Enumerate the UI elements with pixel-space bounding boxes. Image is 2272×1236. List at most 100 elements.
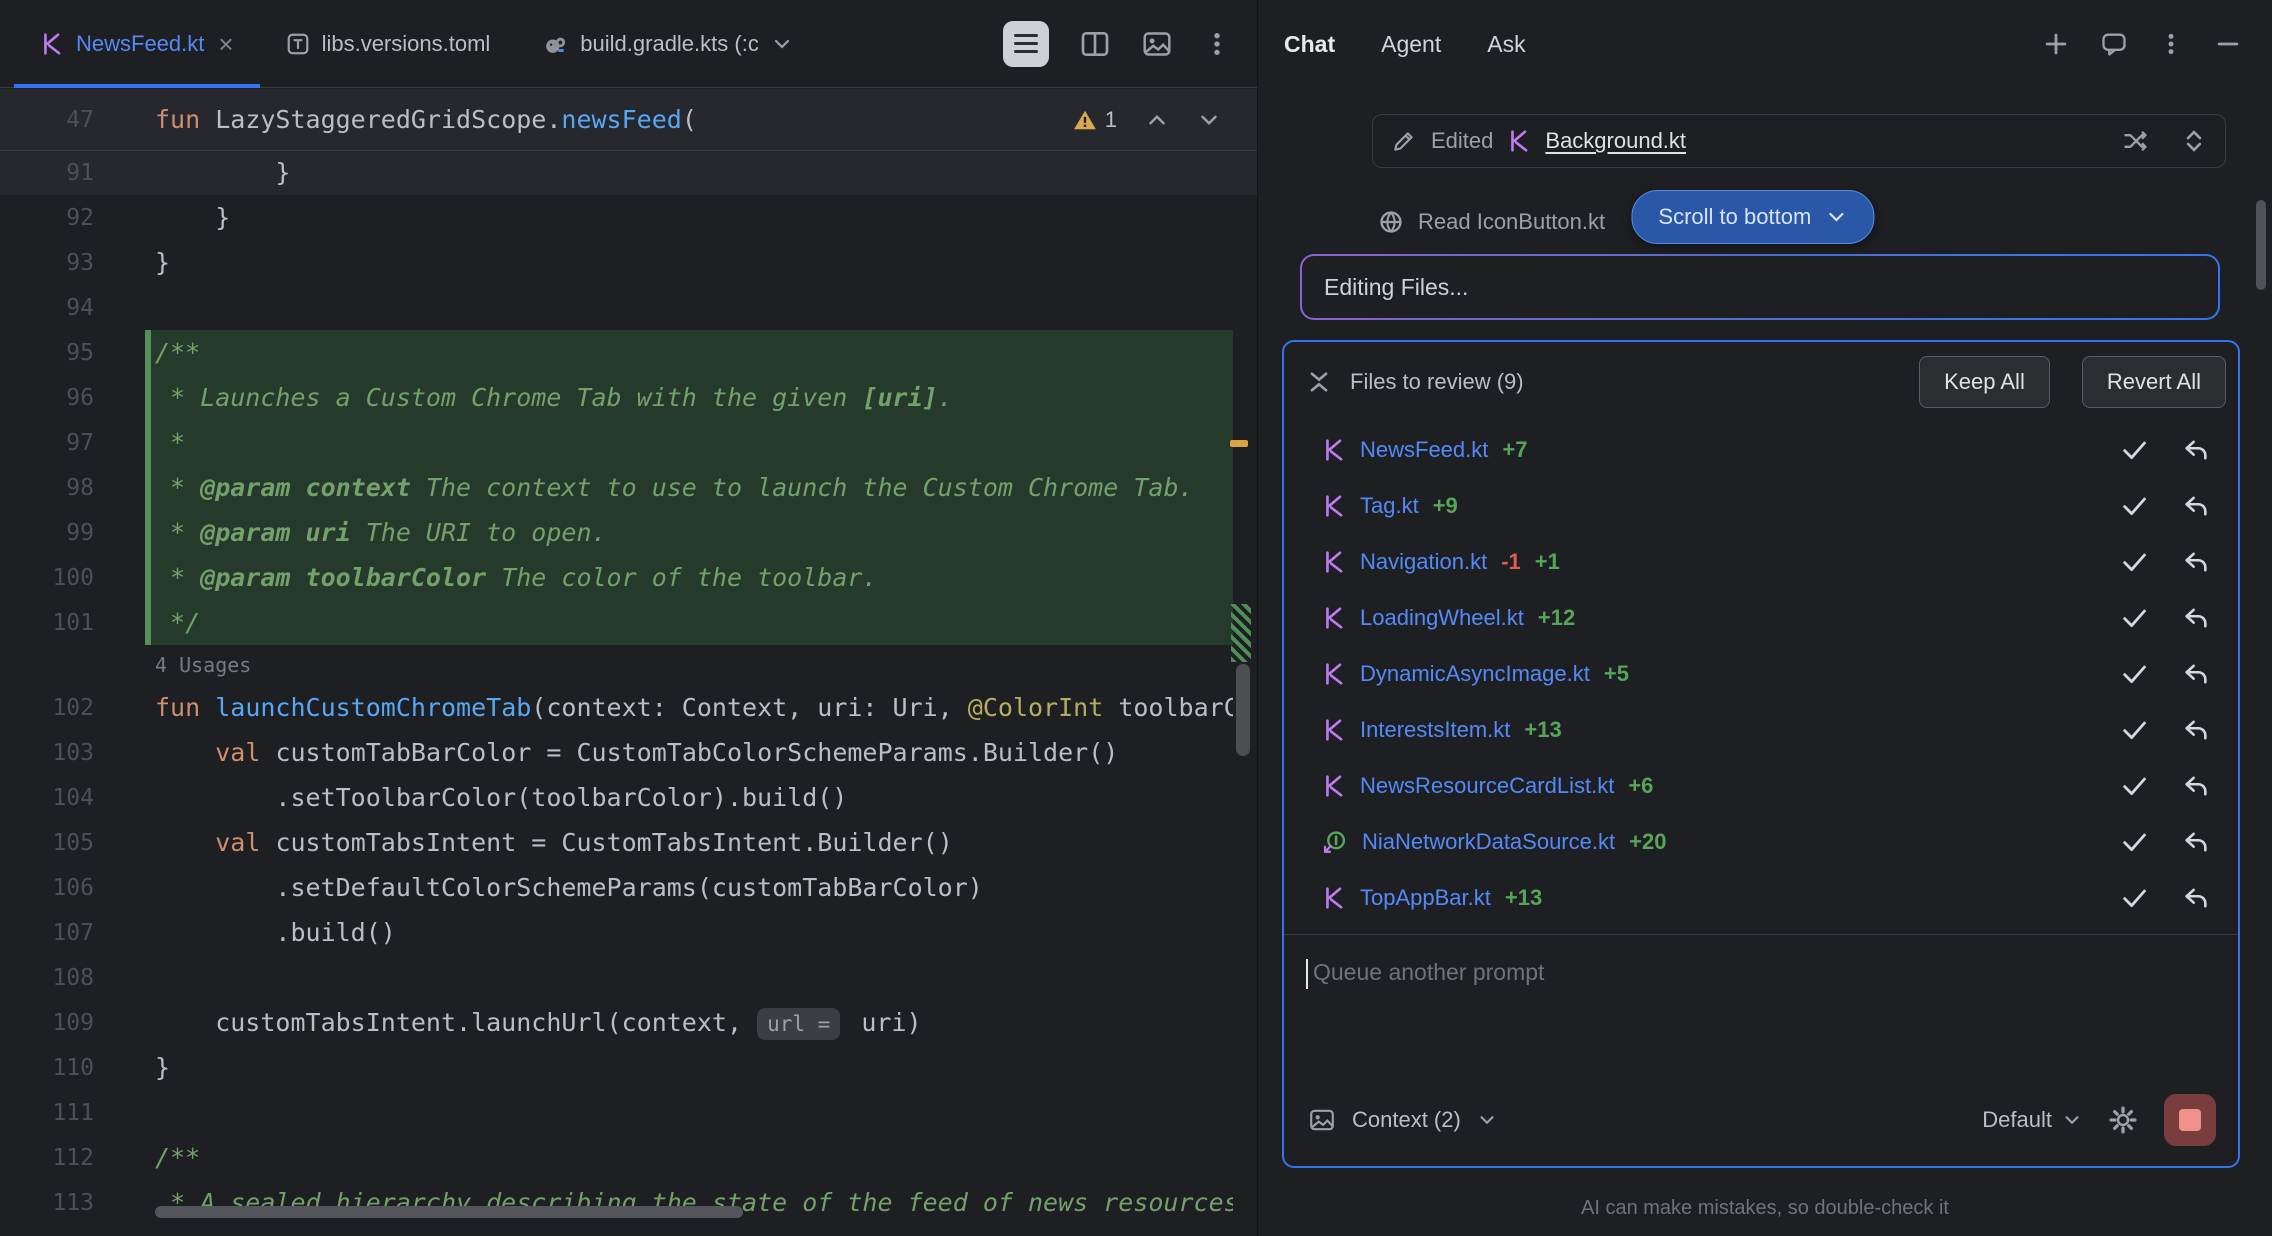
code-line[interactable]: 98 * @param context The context to use t… [0, 465, 1257, 510]
revert-undo-icon[interactable] [2182, 548, 2210, 576]
code-line[interactable]: 93} [0, 240, 1257, 285]
tab-libs-versions[interactable]: libs.versions.toml [260, 0, 517, 87]
expand-icon[interactable] [2181, 128, 2207, 154]
line-number[interactable]: 100 [0, 565, 132, 591]
line-number[interactable]: 47 [0, 107, 132, 133]
code-line[interactable]: 91 } [0, 150, 1257, 195]
open-diff-icon[interactable] [2121, 127, 2149, 155]
read-file-step[interactable]: Read IconButton.kt [1378, 200, 1605, 244]
context-selector[interactable]: Context (2) [1352, 1107, 1461, 1133]
line-number[interactable]: 95 [0, 340, 132, 366]
code-line[interactable]: 100 * @param toolbarColor The color of t… [0, 555, 1257, 600]
revert-undo-icon[interactable] [2182, 492, 2210, 520]
line-number[interactable]: 92 [0, 205, 132, 231]
accept-check-icon[interactable] [2120, 716, 2148, 744]
scrollbar-added-marker[interactable] [1231, 604, 1251, 662]
keep-all-button[interactable]: Keep All [1919, 356, 2050, 408]
line-number[interactable]: 112 [0, 1145, 132, 1171]
image-icon[interactable] [1141, 28, 1173, 60]
code-line[interactable]: 92 } [0, 195, 1257, 240]
line-number[interactable]: 111 [0, 1100, 132, 1126]
chat-scrollbar-thumb[interactable] [2256, 200, 2266, 290]
file-review-row[interactable]: LoadingWheel.kt +12 [1284, 590, 2238, 646]
code-line[interactable]: 110} [0, 1045, 1257, 1090]
code-line[interactable]: 111 [0, 1090, 1257, 1135]
inlay-hint[interactable]: url = [757, 1008, 840, 1040]
accept-check-icon[interactable] [2120, 548, 2148, 576]
edited-file-step[interactable]: Edited Background.kt [1372, 114, 2226, 168]
tab-ask[interactable]: Ask [1487, 31, 1525, 58]
minimize-icon[interactable] [2214, 30, 2242, 58]
accept-check-icon[interactable] [2120, 660, 2148, 688]
accept-check-icon[interactable] [2120, 884, 2148, 912]
line-number[interactable]: 103 [0, 740, 132, 766]
list-view-toggle[interactable] [1003, 21, 1049, 67]
code-line[interactable]: 96 * Launches a Custom Chrome Tab with t… [0, 375, 1257, 420]
revert-undo-icon[interactable] [2182, 772, 2210, 800]
code-line[interactable]: 95/** [0, 330, 1257, 375]
split-editor-icon[interactable] [1079, 28, 1111, 60]
tab-build-gradle[interactable]: build.gradle.kts (:c [516, 0, 819, 87]
line-number[interactable]: 108 [0, 965, 132, 991]
line-number[interactable]: 113 [0, 1190, 132, 1216]
revert-undo-icon[interactable] [2182, 716, 2210, 744]
settings-gear-icon[interactable] [2108, 1105, 2138, 1135]
accept-check-icon[interactable] [2120, 772, 2148, 800]
line-number[interactable]: 104 [0, 785, 132, 811]
line-number[interactable]: 101 [0, 610, 132, 636]
file-review-row[interactable]: Navigation.kt -1 +1 [1284, 534, 2238, 590]
code-area[interactable]: 91 }92 }93} 94 95/**96 * Launches a Custom… [0, 150, 1257, 1236]
vertical-scrollbar-thumb[interactable] [1236, 664, 1250, 756]
code-line[interactable]: 105 val customTabsIntent = CustomTabsInt… [0, 820, 1257, 865]
file-link[interactable]: TopAppBar.kt [1360, 885, 1491, 911]
scroll-to-bottom-button[interactable]: Scroll to bottom [1631, 190, 1874, 244]
code-line[interactable]: 113 * A sealed hierarchy describing the … [0, 1180, 1257, 1225]
scrollbar-warning-marker[interactable] [1230, 440, 1248, 447]
line-number[interactable]: 94 [0, 295, 132, 321]
line-number[interactable]: 91 [0, 160, 132, 186]
accept-check-icon[interactable] [2120, 436, 2148, 464]
conversations-icon[interactable] [2100, 30, 2128, 58]
next-highlight-icon[interactable] [1197, 108, 1221, 132]
line-number[interactable]: 93 [0, 250, 132, 276]
file-link[interactable]: NewsResourceCardList.kt [1360, 773, 1614, 799]
revert-all-button[interactable]: Revert All [2082, 356, 2226, 408]
line-number[interactable]: 106 [0, 875, 132, 901]
file-link[interactable]: InterestsItem.kt [1360, 717, 1510, 743]
revert-undo-icon[interactable] [2182, 604, 2210, 632]
chevron-down-icon[interactable] [2062, 1110, 2082, 1130]
edited-file-link[interactable]: Background.kt [1545, 128, 1686, 154]
model-selector[interactable]: Default [1982, 1107, 2052, 1133]
file-link[interactable]: DynamicAsyncImage.kt [1360, 661, 1590, 687]
file-link[interactable]: Navigation.kt [1360, 549, 1487, 575]
file-review-row[interactable]: Tag.kt +9 [1284, 478, 2238, 534]
usages-hint-row[interactable]: 4 Usages [0, 645, 1257, 685]
file-link[interactable]: LoadingWheel.kt [1360, 605, 1524, 631]
code-line[interactable]: 97 * [0, 420, 1257, 465]
revert-undo-icon[interactable] [2182, 660, 2210, 688]
code-line[interactable]: 108 [0, 955, 1257, 1000]
code-line[interactable]: 104 .setToolbarColor(toolbarColor).build… [0, 775, 1257, 820]
line-number[interactable]: 109 [0, 1010, 132, 1036]
attach-image-icon[interactable] [1308, 1106, 1336, 1134]
prompt-input[interactable]: Queue another prompt [1284, 934, 2238, 1094]
usages-hint[interactable]: 4 Usages [155, 653, 251, 677]
file-review-row[interactable]: TopAppBar.kt +13 [1284, 870, 2238, 926]
code-line[interactable]: 107 .build() [0, 910, 1257, 955]
collapse-icon[interactable] [1306, 369, 1332, 395]
file-review-row[interactable]: NiaNetworkDataSource.kt +20 [1284, 814, 2238, 870]
file-link[interactable]: NiaNetworkDataSource.kt [1362, 829, 1615, 855]
file-link[interactable]: NewsFeed.kt [1360, 437, 1488, 463]
code-line[interactable]: 99 * @param uri The URI to open. [0, 510, 1257, 555]
code-line[interactable]: 109 customTabsIntent.launchUrl(context, … [0, 1000, 1257, 1045]
file-review-row[interactable]: NewsFeed.kt +7 [1284, 422, 2238, 478]
revert-undo-icon[interactable] [2182, 436, 2210, 464]
file-link[interactable]: Tag.kt [1360, 493, 1419, 519]
code-line[interactable]: 106 .setDefaultColorSchemeParams(customT… [0, 865, 1257, 910]
accept-check-icon[interactable] [2120, 492, 2148, 520]
accept-check-icon[interactable] [2120, 828, 2148, 856]
chevron-down-icon[interactable] [1477, 1110, 1497, 1130]
file-review-row[interactable]: NewsResourceCardList.kt +6 [1284, 758, 2238, 814]
file-review-row[interactable]: InterestsItem.kt +13 [1284, 702, 2238, 758]
line-number[interactable]: 105 [0, 830, 132, 856]
